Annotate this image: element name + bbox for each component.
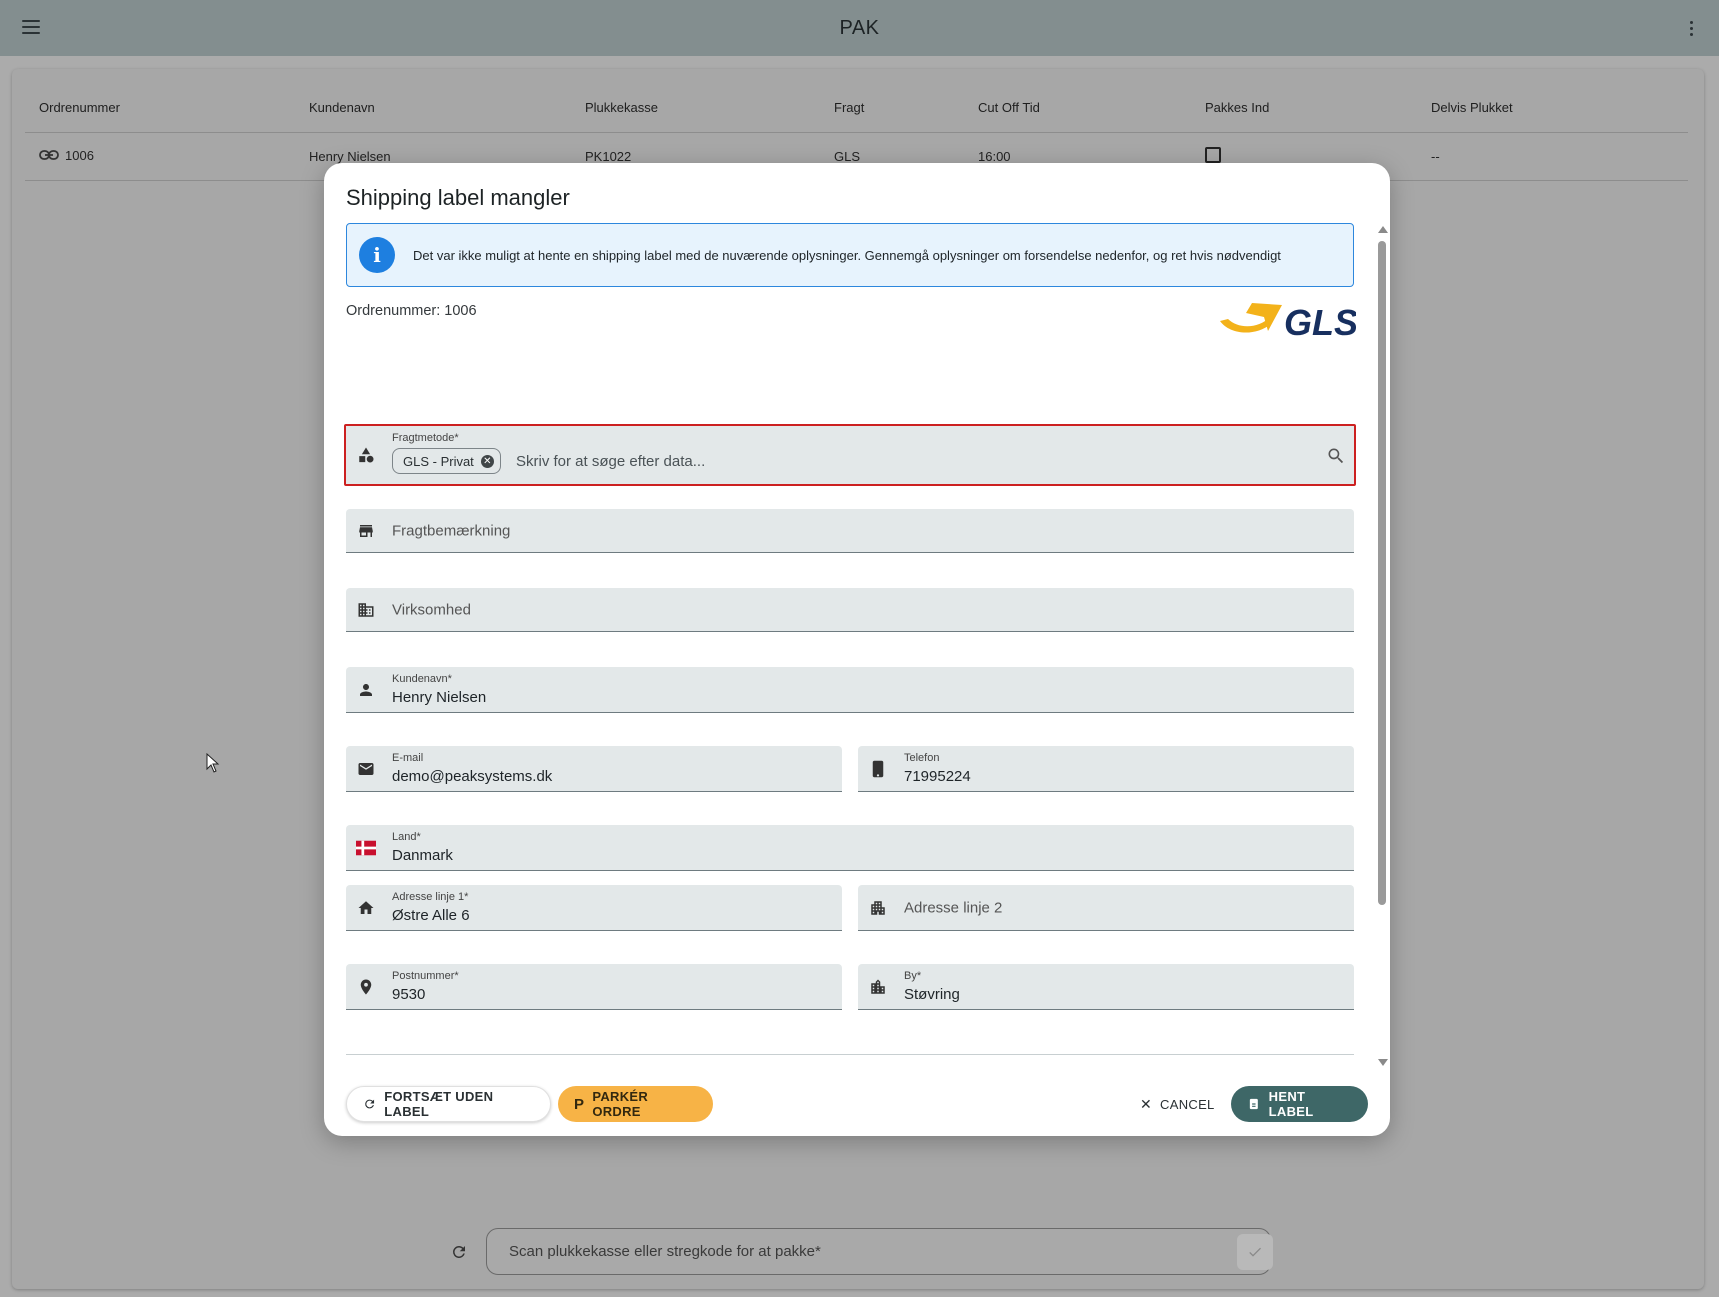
adresse2-field[interactable]: Adresse linje 2 (858, 885, 1354, 931)
col-fragt[interactable]: Fragt (820, 84, 964, 133)
kundenavn-field[interactable]: Kundenavn* Henry Nielsen (346, 667, 1354, 713)
virksomhed-field[interactable]: Virksomhed (346, 588, 1354, 632)
category-icon (356, 445, 376, 465)
scan-placeholder: Scan plukkekasse eller stregkode for at … (509, 1243, 821, 1260)
phone-icon (868, 759, 888, 779)
virksomhed-placeholder: Virksomhed (392, 601, 471, 618)
by-field[interactable]: By* Støvring (858, 964, 1354, 1010)
fragtmetode-chip[interactable]: GLS - Privat ✕ (392, 448, 501, 474)
park-order-button[interactable]: P PARKÉR ORDRE (558, 1086, 713, 1122)
fetch-label: HENT LABEL (1268, 1089, 1314, 1119)
kundenavn-label: Kundenavn* (392, 673, 452, 685)
postnummer-field[interactable]: Postnummer* 9530 (346, 964, 842, 1010)
telefon-value: 71995224 (904, 768, 971, 785)
person-icon (356, 680, 376, 700)
location-pin-icon (356, 977, 376, 997)
app-title: PAK (839, 16, 880, 39)
business-icon (356, 600, 376, 620)
gls-logo-text: GLS (1284, 302, 1356, 341)
fragtbemaerkning-placeholder: Fragtbemærkning (392, 522, 511, 539)
confirm-scan-button[interactable] (1237, 1234, 1273, 1270)
email-value: demo@peaksystems.dk (392, 768, 553, 785)
info-alert: i Det var ikke muligt at hente en shippi… (346, 223, 1354, 287)
fragtmetode-search-input[interactable]: Skriv for at søge efter data... (516, 453, 705, 470)
app-bar: PAK (0, 0, 1719, 56)
col-pakkes-ind[interactable]: Pakkes Ind (1191, 84, 1417, 133)
storefront-icon (356, 521, 376, 541)
email-field[interactable]: E-mail demo@peaksystems.dk (346, 746, 842, 792)
scroll-up-arrow[interactable] (1378, 226, 1388, 233)
order-number[interactable]: 1006 (65, 148, 94, 163)
packed-in-checkbox[interactable] (1205, 146, 1221, 163)
kundenavn-value: Henry Nielsen (392, 689, 487, 706)
cancel-button[interactable]: ✕ CANCEL (1124, 1086, 1224, 1122)
adresse1-field[interactable]: Adresse linje 1* Østre Alle 6 (346, 885, 842, 931)
apartment-icon (868, 898, 888, 918)
continue-without-label-button[interactable]: FORTSÆT UDEN LABEL (346, 1086, 551, 1122)
dialog-divider (346, 1054, 1354, 1055)
close-icon: ✕ (1140, 1095, 1153, 1112)
denmark-flag-icon (356, 838, 376, 858)
postnummer-label: Postnummer* (392, 970, 459, 982)
postnummer-value: 9530 (392, 986, 426, 1003)
email-label: E-mail (392, 752, 424, 764)
label-icon (1249, 1098, 1258, 1110)
by-value: Støvring (904, 986, 960, 1003)
cancel-label: CANCEL (1160, 1096, 1215, 1112)
mail-icon (356, 759, 376, 779)
col-kundenavn[interactable]: Kundenavn (295, 84, 571, 133)
land-value: Danmark (392, 847, 453, 864)
alert-text: Det var ikke muligt at hente en shipping… (413, 247, 1281, 263)
redo-icon (365, 1099, 375, 1109)
fragtbemaerkning-field[interactable]: Fragtbemærkning (346, 509, 1354, 553)
col-plukkekasse[interactable]: Plukkekasse (571, 84, 820, 133)
land-label: Land* (392, 831, 421, 843)
chip-remove-icon[interactable]: ✕ (480, 455, 494, 468)
chip-label: GLS - Privat (403, 453, 474, 469)
col-cut-off-tid[interactable]: Cut Off Tid (964, 84, 1191, 133)
by-label: By* (904, 970, 922, 982)
col-ordrenummer[interactable]: Ordrenummer (25, 84, 295, 133)
col-delvis-plukket[interactable]: Delvis Plukket (1417, 84, 1688, 133)
city-icon (868, 977, 888, 997)
adresse1-value: Østre Alle 6 (392, 907, 470, 924)
fetch-label-button[interactable]: HENT LABEL (1231, 1086, 1368, 1122)
adresse2-placeholder: Adresse linje 2 (904, 899, 1003, 916)
continue-label: FORTSÆT UDEN LABEL (384, 1089, 494, 1119)
refresh-icon[interactable] (445, 1238, 473, 1266)
link-icon (39, 150, 59, 161)
mouse-cursor-icon (206, 753, 220, 773)
more-vert-icon[interactable] (1685, 16, 1697, 40)
shipping-label-dialog: Shipping label mangler i Det var ikke mu… (324, 163, 1390, 1136)
search-icon[interactable] (1326, 446, 1346, 466)
park-label: PARKÉR ORDRE (592, 1089, 649, 1119)
parking-icon: P (574, 1095, 585, 1113)
home-icon (356, 898, 376, 918)
dialog-title: Shipping label mangler (346, 185, 570, 210)
gls-logo: GLS (1220, 302, 1356, 341)
check-icon (1249, 1247, 1261, 1257)
fragtmetode-field[interactable]: Fragtmetode* GLS - Privat ✕ Skriv for at… (344, 424, 1356, 486)
adresse1-label: Adresse linje 1* (392, 891, 469, 903)
partial-cell: -- (1417, 132, 1688, 181)
scrollbar-thumb[interactable] (1378, 241, 1386, 905)
scroll-down-arrow[interactable] (1378, 1059, 1388, 1066)
telefon-label: Telefon (904, 752, 940, 764)
telefon-field[interactable]: Telefon 71995224 (858, 746, 1354, 792)
fragtmetode-label: Fragtmetode* (392, 432, 459, 444)
scan-input[interactable]: Scan plukkekasse eller stregkode for at … (486, 1228, 1271, 1275)
order-number-label: Ordrenummer: 1006 (346, 303, 477, 319)
order-number-cell[interactable]: 1006 (25, 132, 295, 181)
info-icon: i (359, 237, 395, 273)
menu-icon[interactable] (18, 14, 44, 40)
land-field[interactable]: Land* Danmark (346, 825, 1354, 871)
